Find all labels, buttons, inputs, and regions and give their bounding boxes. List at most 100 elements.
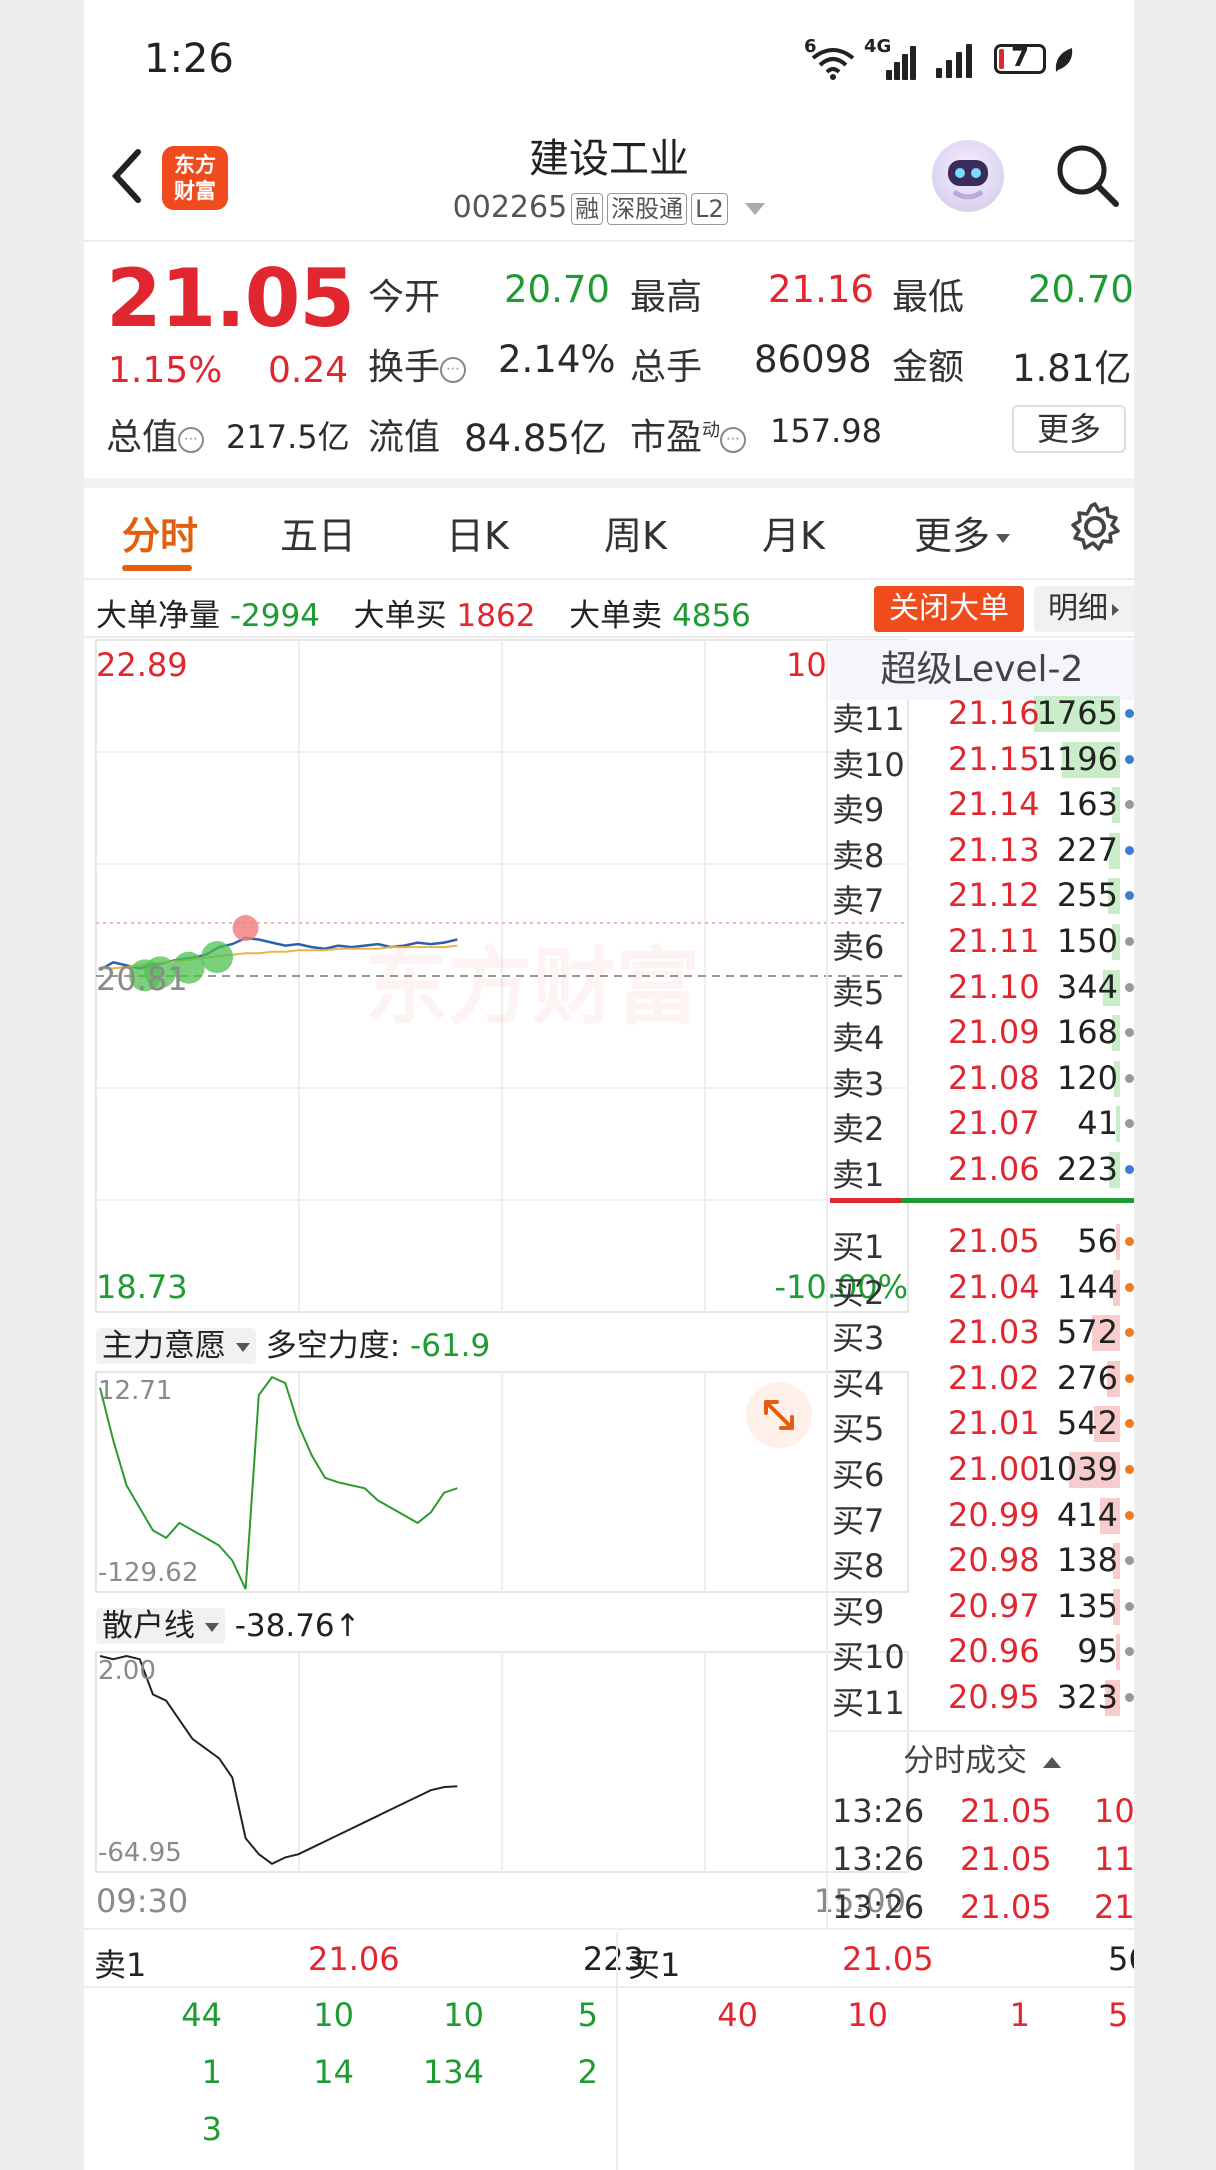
- level-dot-icon: [1125, 1601, 1134, 1611]
- queue-buy-label: 买1: [628, 1946, 681, 1984]
- bid-row[interactable]: 买8 20.98 138: [830, 1539, 1134, 1586]
- level-label: 卖2: [832, 1110, 885, 1149]
- level-price: 21.15: [948, 739, 1040, 778]
- level-price: 21.10: [948, 967, 1040, 1006]
- queue-buy-item: 40: [717, 1996, 758, 2034]
- tick-price: 21.05: [960, 1840, 1052, 1878]
- level-price: 21.00: [948, 1450, 1040, 1488]
- tick-row: 13:26 21.05 11: [830, 1840, 1134, 1888]
- level-label: 卖10: [832, 745, 905, 784]
- caret-up-icon: [1042, 1757, 1061, 1768]
- level-volume: 168: [1056, 1013, 1118, 1052]
- indicator2-header: 散户线 -38.76↑: [96, 1600, 361, 1645]
- indicator2-value: -38.76↑: [234, 1608, 361, 1644]
- indicator1-value: -61.9: [410, 1328, 491, 1364]
- level-price: 20.98: [948, 1541, 1040, 1580]
- level-price: 21.08: [948, 1058, 1040, 1097]
- level-volume: 344: [1056, 967, 1118, 1006]
- robot-avatar-icon[interactable]: [932, 140, 1004, 212]
- caret-down-icon: [204, 1623, 219, 1632]
- queue-sell-item: 1: [201, 2053, 222, 2091]
- ticks-title: 分时成交: [903, 1743, 1028, 1779]
- level-volume: 135: [1056, 1586, 1118, 1625]
- level-price: 21.09: [948, 1013, 1040, 1052]
- level-label: 买4: [832, 1364, 885, 1403]
- ticks-header[interactable]: 分时成交: [830, 1730, 1134, 1790]
- ask-row[interactable]: 卖11 21.16 1765: [830, 692, 1134, 738]
- tab-more[interactable]: 更多: [914, 505, 1011, 560]
- level-volume: 542: [1056, 1404, 1118, 1443]
- caret-right-icon: [1112, 603, 1119, 616]
- bid-row[interactable]: 买2 21.04 144: [830, 1266, 1134, 1312]
- level-price: 20.95: [948, 1678, 1040, 1716]
- level-label: 买6: [832, 1456, 885, 1494]
- ask-row[interactable]: 卖8 21.13 227: [830, 829, 1134, 875]
- ask-row[interactable]: 卖4 21.09 168: [830, 1011, 1134, 1058]
- ask-row[interactable]: 卖2 21.07 41: [830, 1102, 1134, 1149]
- level-dot-icon: [1125, 891, 1134, 901]
- big-buy-marker: [201, 941, 234, 974]
- detail-button[interactable]: 明细: [1034, 586, 1134, 632]
- bid-row[interactable]: 买11 20.95 323: [830, 1676, 1134, 1722]
- queue-buy-price: 21.05: [842, 1940, 934, 1978]
- level-label: 卖4: [832, 1019, 885, 1058]
- indicator2-name: 散户线: [102, 1608, 195, 1644]
- order-book-title[interactable]: 超级Level-2: [830, 640, 1134, 700]
- level-label: 买11: [832, 1684, 905, 1722]
- tick-price: 21.05: [960, 1888, 1052, 1926]
- indicator1-select[interactable]: 主力意愿: [96, 1328, 256, 1364]
- more-button[interactable]: 更多: [1012, 405, 1126, 453]
- tick-volume: 11: [1094, 1840, 1134, 1878]
- level-price: 21.14: [948, 785, 1040, 824]
- level-label: 卖8: [832, 836, 885, 875]
- bid-row[interactable]: 买10 20.96 95: [830, 1630, 1134, 1676]
- bid-row[interactable]: 买3 21.03 572: [830, 1311, 1134, 1357]
- level-price: 21.11: [948, 922, 1040, 960]
- level-price: 21.07: [948, 1104, 1040, 1143]
- tick-time: 13:26: [832, 1840, 925, 1878]
- bid-row[interactable]: 买5 21.01 542: [830, 1402, 1134, 1448]
- leaf-icon: [1052, 46, 1076, 78]
- queue-sell-item: 5: [577, 1996, 598, 2034]
- level-volume: 572: [1056, 1313, 1118, 1352]
- bid-row[interactable]: 买9 20.97 135: [830, 1585, 1134, 1631]
- battery-icon: 7: [994, 43, 1046, 74]
- order-book-title-text: 超级Level-2: [880, 649, 1084, 690]
- level-volume: 163: [1056, 785, 1118, 824]
- search-icon[interactable]: [1052, 140, 1122, 210]
- ask-row[interactable]: 卖3 21.08 120: [830, 1057, 1134, 1103]
- level-label: 卖11: [832, 700, 905, 738]
- amount-value: 1.81亿: [1012, 347, 1132, 390]
- settings-gear-icon[interactable]: [1068, 500, 1122, 554]
- level-price: 21.02: [948, 1358, 1040, 1397]
- level-volume: 414: [1056, 1495, 1118, 1534]
- expand-icon[interactable]: [746, 1382, 812, 1448]
- bid-row[interactable]: 买4 21.02 276: [830, 1357, 1134, 1403]
- ask-row[interactable]: 卖10 21.15 1196: [830, 738, 1134, 784]
- bid-row[interactable]: 买6 21.00 1039: [830, 1448, 1134, 1494]
- ask-row[interactable]: 卖7 21.12 255: [830, 874, 1134, 920]
- level-volume: 1196: [1036, 739, 1118, 778]
- indicator2-y-min: -64.95: [98, 1838, 182, 1868]
- indicator2-select[interactable]: 散户线: [96, 1608, 225, 1644]
- ask-row[interactable]: 卖9 21.14 163: [830, 783, 1134, 829]
- level-label: 买8: [832, 1547, 885, 1586]
- level-dot-icon: [1125, 1165, 1134, 1174]
- level-price: 20.99: [948, 1495, 1040, 1534]
- phone-screen: 1:26 6 4G 7 东方 财富 建设工业 002265 融深股通 L2 21…: [84, 0, 1134, 2170]
- level-dot-icon: [1125, 1373, 1134, 1383]
- bid-row[interactable]: 买7 20.99 414: [830, 1494, 1134, 1540]
- ask-row[interactable]: 卖6 21.11 150: [830, 920, 1134, 966]
- level-price: 21.05: [948, 1222, 1040, 1260]
- queue-sell-label: 卖1: [94, 1946, 147, 1984]
- level-price: 21.13: [948, 830, 1040, 869]
- main-y-min: 18.73: [96, 1268, 188, 1306]
- indicator1-y-min: -129.62: [98, 1558, 199, 1588]
- bid-row[interactable]: 买1 21.05 56: [830, 1220, 1134, 1266]
- ask-row[interactable]: 卖1 21.06 223: [830, 1148, 1134, 1194]
- ask-row[interactable]: 卖5 21.10 344: [830, 966, 1134, 1012]
- queue-sell-item: 14: [313, 2053, 354, 2091]
- queue-sell-item: 10: [443, 1996, 484, 2034]
- level-price: 21.16: [948, 694, 1040, 732]
- level-price: 21.06: [948, 1150, 1040, 1188]
